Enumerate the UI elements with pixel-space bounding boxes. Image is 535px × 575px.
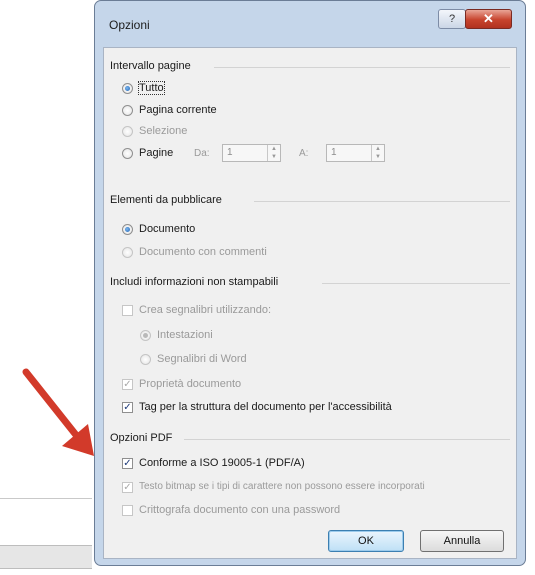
radio-button	[122, 126, 133, 137]
checkbox-checked: ✓	[122, 379, 133, 390]
radio-current-page-label: Pagina corrente	[139, 104, 217, 116]
checkbox-checked[interactable]: ✓	[122, 402, 133, 413]
spinner-up-icon: ▲	[375, 146, 381, 152]
spinner-arrows: ▲ ▼	[371, 145, 384, 161]
background-right-edge	[528, 0, 535, 575]
dialog-titlebar: Opzioni ? ✕	[95, 1, 525, 41]
group-divider	[214, 67, 510, 68]
annotation-arrow-icon	[22, 368, 94, 456]
spinner-arrows: ▲ ▼	[267, 145, 280, 161]
checkbox-encrypt-label: Crittografa documento con una password	[139, 504, 341, 516]
close-button[interactable]: ✕	[465, 9, 512, 29]
radio-button[interactable]	[122, 148, 133, 159]
checkbox	[122, 305, 133, 316]
publish-group: Elementi da pubblicare	[104, 194, 516, 208]
cancel-button[interactable]: Annulla	[420, 530, 504, 552]
checkbox-checked[interactable]: ✓	[122, 458, 133, 469]
radio-pages-label: Pagine	[139, 147, 174, 159]
background-document-area	[0, 0, 92, 575]
radio-button[interactable]	[122, 83, 133, 94]
nonprint-group-label: Includi informazioni non stampabili	[110, 276, 283, 288]
from-page-spinner: 1 ▲ ▼	[222, 144, 281, 162]
from-label: Da:	[194, 148, 210, 159]
radio-button	[140, 354, 151, 365]
checkbox-doc-properties-label: Proprietà documento	[139, 378, 242, 390]
nonprint-group: Includi informazioni non stampabili	[104, 276, 516, 290]
group-divider	[254, 201, 510, 202]
publish-group-label: Elementi da pubblicare	[110, 194, 226, 206]
checkbox-bitmap-text-label: Testo bitmap se i tipi di carattere non …	[139, 481, 425, 492]
group-divider	[322, 283, 510, 284]
radio-selection-label: Selezione	[139, 125, 188, 137]
radio-word-bookmarks-label: Segnalibri di Word	[157, 353, 247, 365]
spinner-down-icon: ▼	[375, 154, 381, 160]
spinner-down-icon: ▼	[271, 154, 277, 160]
page-range-group: Intervallo pagine	[104, 60, 516, 74]
radio-button[interactable]	[122, 224, 133, 235]
radio-button[interactable]	[122, 105, 133, 116]
dialog-title: Opzioni	[109, 18, 150, 32]
checkbox-checked: ✓	[122, 482, 133, 493]
pdf-options-group: Opzioni PDF	[104, 432, 516, 446]
pdf-options-group-label: Opzioni PDF	[110, 432, 177, 444]
checkbox-iso-pdfa-label: Conforme a ISO 19005-1 (PDF/A)	[139, 457, 305, 469]
background-divider	[0, 498, 92, 499]
options-dialog: Opzioni ? ✕ Intervallo pagine Tutto Pagi…	[94, 0, 526, 566]
dialog-content: Intervallo pagine Tutto Pagina corrente …	[103, 47, 517, 559]
to-label: A:	[299, 148, 309, 159]
to-page-value: 1	[331, 147, 337, 158]
from-page-value: 1	[227, 147, 233, 158]
to-page-spinner: 1 ▲ ▼	[326, 144, 385, 162]
radio-all-label: Tutto	[138, 81, 165, 95]
help-button[interactable]: ?	[438, 9, 466, 29]
ok-button[interactable]: OK	[328, 530, 404, 552]
group-divider	[184, 439, 510, 440]
spinner-up-icon: ▲	[271, 146, 277, 152]
radio-button	[140, 330, 151, 341]
checkbox-create-bookmarks-label: Crea segnalibri utilizzando:	[139, 304, 272, 316]
background-status-bar	[0, 545, 92, 569]
radio-document-label: Documento	[139, 223, 196, 235]
radio-button	[122, 247, 133, 258]
radio-document-comments-label: Documento con commenti	[139, 246, 267, 258]
page-range-group-label: Intervallo pagine	[110, 60, 195, 72]
checkbox	[122, 505, 133, 516]
checkbox-accessibility-tags-label: Tag per la struttura del documento per l…	[139, 401, 392, 413]
radio-headings-label: Intestazioni	[157, 329, 213, 341]
